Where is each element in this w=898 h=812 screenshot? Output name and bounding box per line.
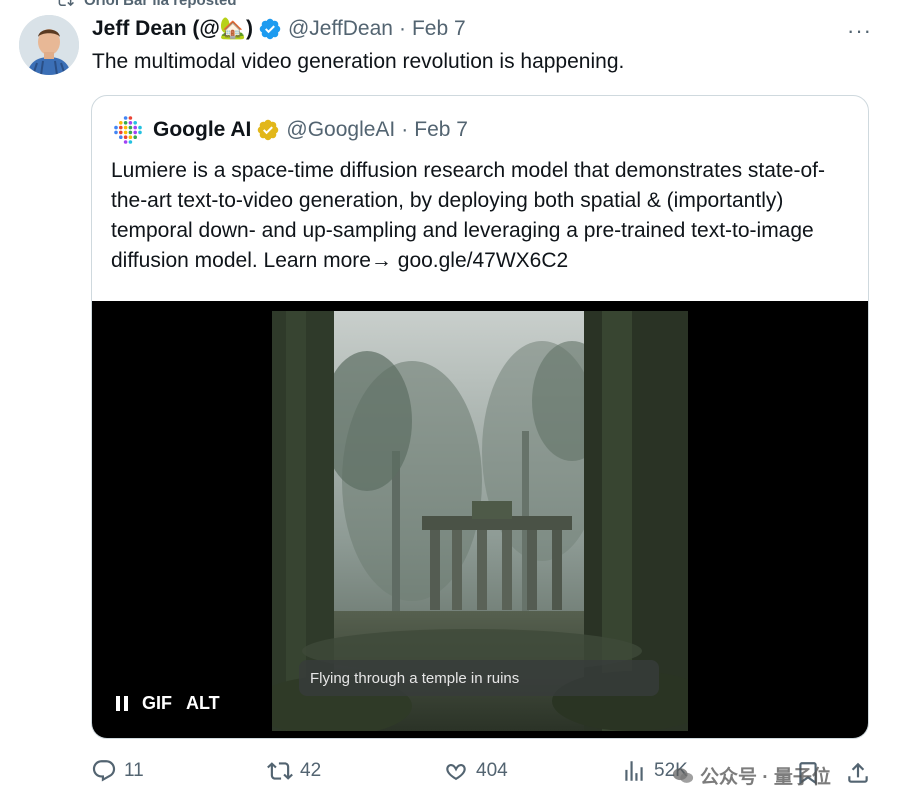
- pause-icon[interactable]: [116, 696, 128, 712]
- google-ai-logo: [114, 116, 142, 144]
- heart-icon: [446, 763, 466, 781]
- quote-author-handle[interactable]: @GoogleAI: [286, 118, 395, 142]
- reply-count: 11: [124, 760, 144, 781]
- gif-label: GIF: [142, 693, 172, 713]
- quote-separator-dot: ·: [401, 118, 409, 141]
- tweet-text: The multimodal video generation revoluti…: [92, 50, 625, 73]
- alt-button[interactable]: ALT: [186, 693, 220, 714]
- quote-header: Google AI @GoogleAI · Feb 7: [112, 114, 468, 146]
- quote-date[interactable]: Feb 7: [414, 118, 468, 142]
- separator-dot: ·: [398, 17, 406, 40]
- watermark-text: 公众号 · 量子位: [700, 767, 831, 788]
- video-player[interactable]: Flying through a temple in ruins GIF ALT: [92, 301, 868, 738]
- repost-text: Oriol Bar ila reposted: [84, 0, 237, 9]
- like-button[interactable]: 404: [443, 758, 508, 784]
- tweet-header: Jeff Dean (@🏡) @JeffDean · Feb 7: [92, 14, 858, 44]
- reply-icon: [92, 760, 116, 782]
- repost-count: 42: [300, 760, 322, 781]
- avatar[interactable]: [19, 15, 79, 75]
- quote-text: Lumiere is a space-time diffusion resear…: [111, 159, 825, 272]
- verified-badge-icon[interactable]: [258, 17, 282, 41]
- repost-indicator[interactable]: Oriol Bar ila reposted: [56, 0, 237, 9]
- quote-author-name[interactable]: Google AI: [153, 118, 251, 142]
- like-count: 404: [476, 760, 508, 781]
- quoted-tweet[interactable]: Google AI @GoogleAI · Feb 7 Lumiere is a…: [91, 95, 869, 739]
- more-options-icon[interactable]: ···: [847, 18, 872, 44]
- wechat-icon: [672, 767, 694, 783]
- retweet-icon: [267, 762, 293, 780]
- author-handle[interactable]: @JeffDean: [288, 17, 393, 41]
- analytics-icon: [625, 761, 643, 781]
- avatar-image: [19, 15, 79, 75]
- watermark: 公众号 · 量子位: [672, 762, 831, 789]
- repost-button[interactable]: 42: [267, 758, 321, 784]
- tweet-date[interactable]: Feb 7: [412, 17, 466, 41]
- share-icon[interactable]: [845, 760, 871, 786]
- author-name[interactable]: Jeff Dean (@🏡): [92, 17, 253, 41]
- repost-icon: [58, 0, 74, 7]
- video-controls: GIF ALT: [116, 693, 220, 714]
- video-caption: Flying through a temple in ruins: [299, 660, 659, 696]
- verified-org-badge-icon[interactable]: [256, 118, 280, 142]
- reply-button[interactable]: 11: [91, 758, 144, 784]
